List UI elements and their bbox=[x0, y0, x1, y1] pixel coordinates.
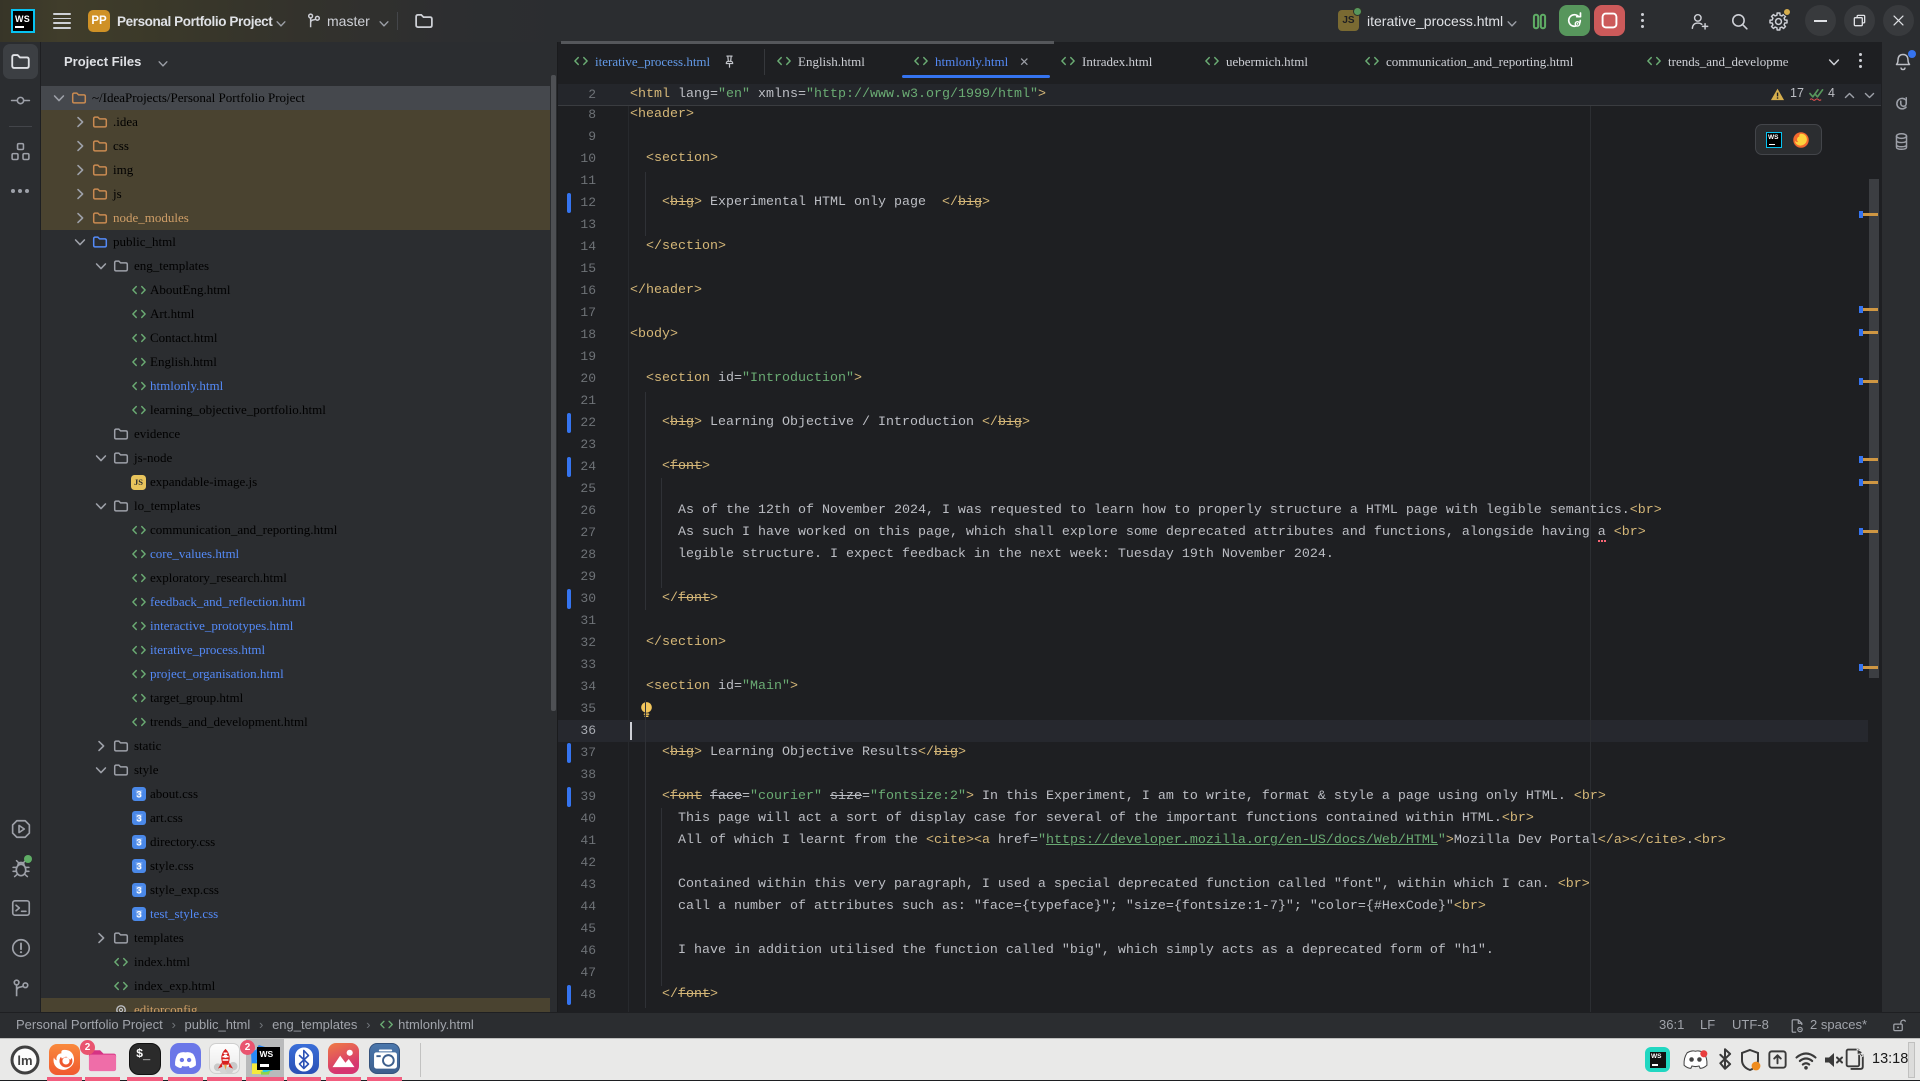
svg-text:3: 3 bbox=[136, 838, 141, 849]
svg-text:3: 3 bbox=[136, 886, 141, 897]
svg-text:3: 3 bbox=[136, 862, 141, 873]
svg-text:3: 3 bbox=[136, 910, 141, 921]
svg-text:3: 3 bbox=[136, 790, 141, 801]
svg-text:3: 3 bbox=[136, 814, 141, 825]
svg-text:lm: lm bbox=[17, 1053, 32, 1068]
